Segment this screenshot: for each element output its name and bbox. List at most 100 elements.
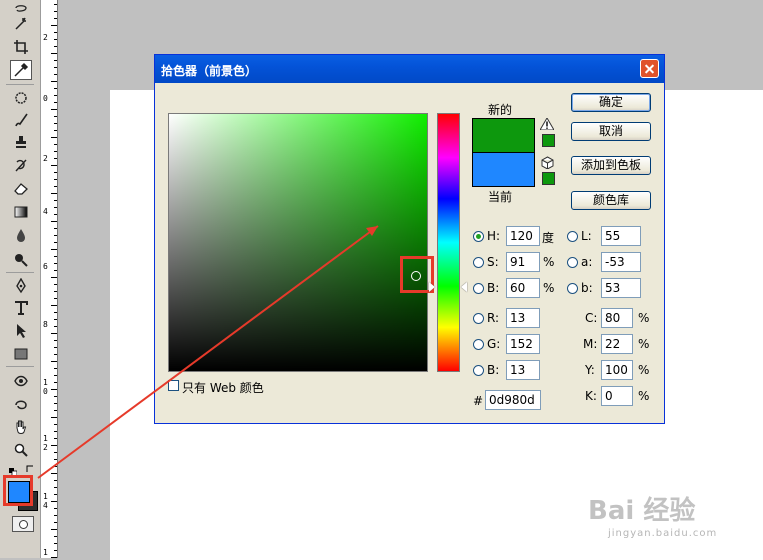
r-radio[interactable] bbox=[473, 313, 484, 324]
type-tool[interactable] bbox=[10, 298, 32, 318]
a-radio[interactable] bbox=[567, 257, 578, 268]
swap-colors-icon[interactable] bbox=[26, 465, 34, 473]
pen-tool[interactable] bbox=[10, 276, 32, 296]
dialog-title-bar[interactable]: 拾色器（前景色） bbox=[155, 55, 664, 83]
h-field[interactable]: 120 bbox=[506, 226, 540, 246]
cancel-button[interactable]: 取消 bbox=[571, 122, 651, 141]
ruler-tick bbox=[54, 228, 57, 229]
clone-stamp-tool[interactable] bbox=[10, 132, 32, 152]
eyedropper-tool[interactable] bbox=[10, 60, 32, 80]
ruler-tick bbox=[51, 137, 57, 138]
ruler-tick bbox=[54, 46, 57, 47]
dodge-tool[interactable] bbox=[10, 250, 32, 270]
ruler-tick bbox=[51, 109, 57, 110]
only-web-colors-label: 只有 Web 颜色 bbox=[182, 381, 264, 395]
ruler-tick bbox=[54, 410, 57, 411]
ruler-tick bbox=[51, 277, 57, 278]
audio-annotation-tool[interactable] bbox=[10, 394, 32, 414]
g-field[interactable]: 152 bbox=[506, 334, 540, 354]
m-label: M: bbox=[583, 337, 598, 351]
hue-slider-left-arrow-icon[interactable] bbox=[429, 282, 435, 292]
eraser-tool[interactable] bbox=[10, 178, 32, 198]
s-field[interactable]: 91 bbox=[506, 252, 540, 272]
toolbox-divider bbox=[6, 272, 34, 273]
eyedropper-icon bbox=[14, 62, 29, 77]
hue-slider-right-arrow-icon[interactable] bbox=[461, 282, 467, 292]
new-color-label: 新的 bbox=[488, 103, 513, 117]
s-radio[interactable] bbox=[473, 257, 484, 268]
current-color-label: 当前 bbox=[488, 190, 513, 204]
history-brush-tool[interactable] bbox=[10, 155, 32, 175]
ruler-label: 6 bbox=[43, 262, 48, 271]
blur-tool[interactable] bbox=[10, 226, 32, 246]
magic-wand-tool[interactable] bbox=[10, 14, 32, 34]
g-radio[interactable] bbox=[473, 339, 484, 350]
watermark-site: jingyan.baidu.com bbox=[608, 528, 718, 539]
y-unit: % bbox=[638, 363, 650, 377]
rectangle-tool[interactable] bbox=[10, 344, 32, 364]
y-field[interactable]: 100 bbox=[601, 360, 633, 380]
gradient-tool[interactable] bbox=[10, 202, 32, 222]
blur-icon bbox=[17, 229, 25, 242]
b-radio[interactable] bbox=[473, 283, 484, 294]
lab-b-label: b: bbox=[581, 281, 593, 295]
add-to-swatches-button[interactable]: 添加到色板 bbox=[571, 156, 651, 175]
blue-radio[interactable] bbox=[473, 365, 484, 376]
ruler-tick bbox=[54, 382, 57, 383]
path-selection-tool[interactable] bbox=[10, 321, 32, 341]
ruler-tick bbox=[54, 319, 57, 320]
stamp-icon bbox=[16, 136, 26, 148]
l-field[interactable]: 55 bbox=[601, 226, 641, 246]
notes-tool[interactable] bbox=[10, 371, 32, 391]
r-field[interactable]: 13 bbox=[506, 308, 540, 328]
toolbox-divider bbox=[6, 366, 34, 367]
m-field[interactable]: 22 bbox=[601, 334, 633, 354]
c-field[interactable]: 80 bbox=[601, 308, 633, 328]
hand-tool[interactable] bbox=[10, 417, 32, 437]
ruler-tick bbox=[51, 249, 57, 250]
blue-field[interactable]: 13 bbox=[506, 360, 540, 380]
ruler-tick bbox=[54, 424, 57, 425]
current-color-swatch[interactable] bbox=[472, 152, 535, 187]
zoom-tool[interactable] bbox=[10, 440, 32, 460]
k-unit: % bbox=[638, 389, 650, 403]
l-radio[interactable] bbox=[567, 231, 578, 242]
a-field[interactable]: -53 bbox=[601, 252, 641, 272]
ruler-tick bbox=[54, 67, 57, 68]
gamut-color-swatch[interactable] bbox=[542, 134, 555, 147]
k-label: K: bbox=[585, 389, 597, 403]
lab-b-field[interactable]: 53 bbox=[601, 278, 641, 298]
hex-field[interactable]: 0d980d bbox=[485, 390, 541, 410]
ruler-label: 8 bbox=[43, 320, 48, 329]
lab-b-radio[interactable] bbox=[567, 283, 578, 294]
ruler-tick bbox=[54, 235, 57, 236]
brush-tool[interactable] bbox=[10, 110, 32, 130]
web-safe-color-swatch[interactable] bbox=[542, 172, 555, 185]
ruler-label: 1 2 bbox=[43, 434, 48, 452]
new-color-swatch bbox=[472, 118, 535, 153]
magic-wand-icon bbox=[15, 17, 26, 30]
crop-tool[interactable] bbox=[10, 37, 32, 57]
eraser-icon bbox=[14, 183, 28, 195]
healing-brush-tool[interactable] bbox=[10, 88, 32, 108]
default-colors-icon[interactable] bbox=[9, 465, 18, 477]
ruler-tick bbox=[54, 438, 57, 439]
web-safe-cube-icon[interactable] bbox=[541, 156, 554, 170]
color-libraries-button[interactable]: 颜色库 bbox=[571, 191, 651, 210]
ruler-tick bbox=[51, 529, 57, 530]
close-button[interactable] bbox=[640, 59, 659, 78]
ruler-tick bbox=[54, 508, 57, 509]
k-field[interactable]: 0 bbox=[601, 386, 633, 406]
b-field[interactable]: 60 bbox=[506, 278, 540, 298]
ruler-tick bbox=[51, 53, 57, 54]
only-web-colors-checkbox[interactable] bbox=[168, 380, 179, 391]
quick-mask-button[interactable] bbox=[12, 516, 34, 532]
ok-button[interactable]: 确定 bbox=[571, 93, 651, 112]
gamut-warning-icon[interactable] bbox=[539, 117, 555, 131]
m-unit: % bbox=[638, 337, 650, 351]
ruler-tick bbox=[51, 193, 57, 194]
color-field[interactable] bbox=[168, 113, 434, 372]
ruler-tick bbox=[54, 368, 57, 369]
h-radio[interactable] bbox=[473, 231, 484, 242]
hue-slider[interactable] bbox=[437, 113, 460, 372]
